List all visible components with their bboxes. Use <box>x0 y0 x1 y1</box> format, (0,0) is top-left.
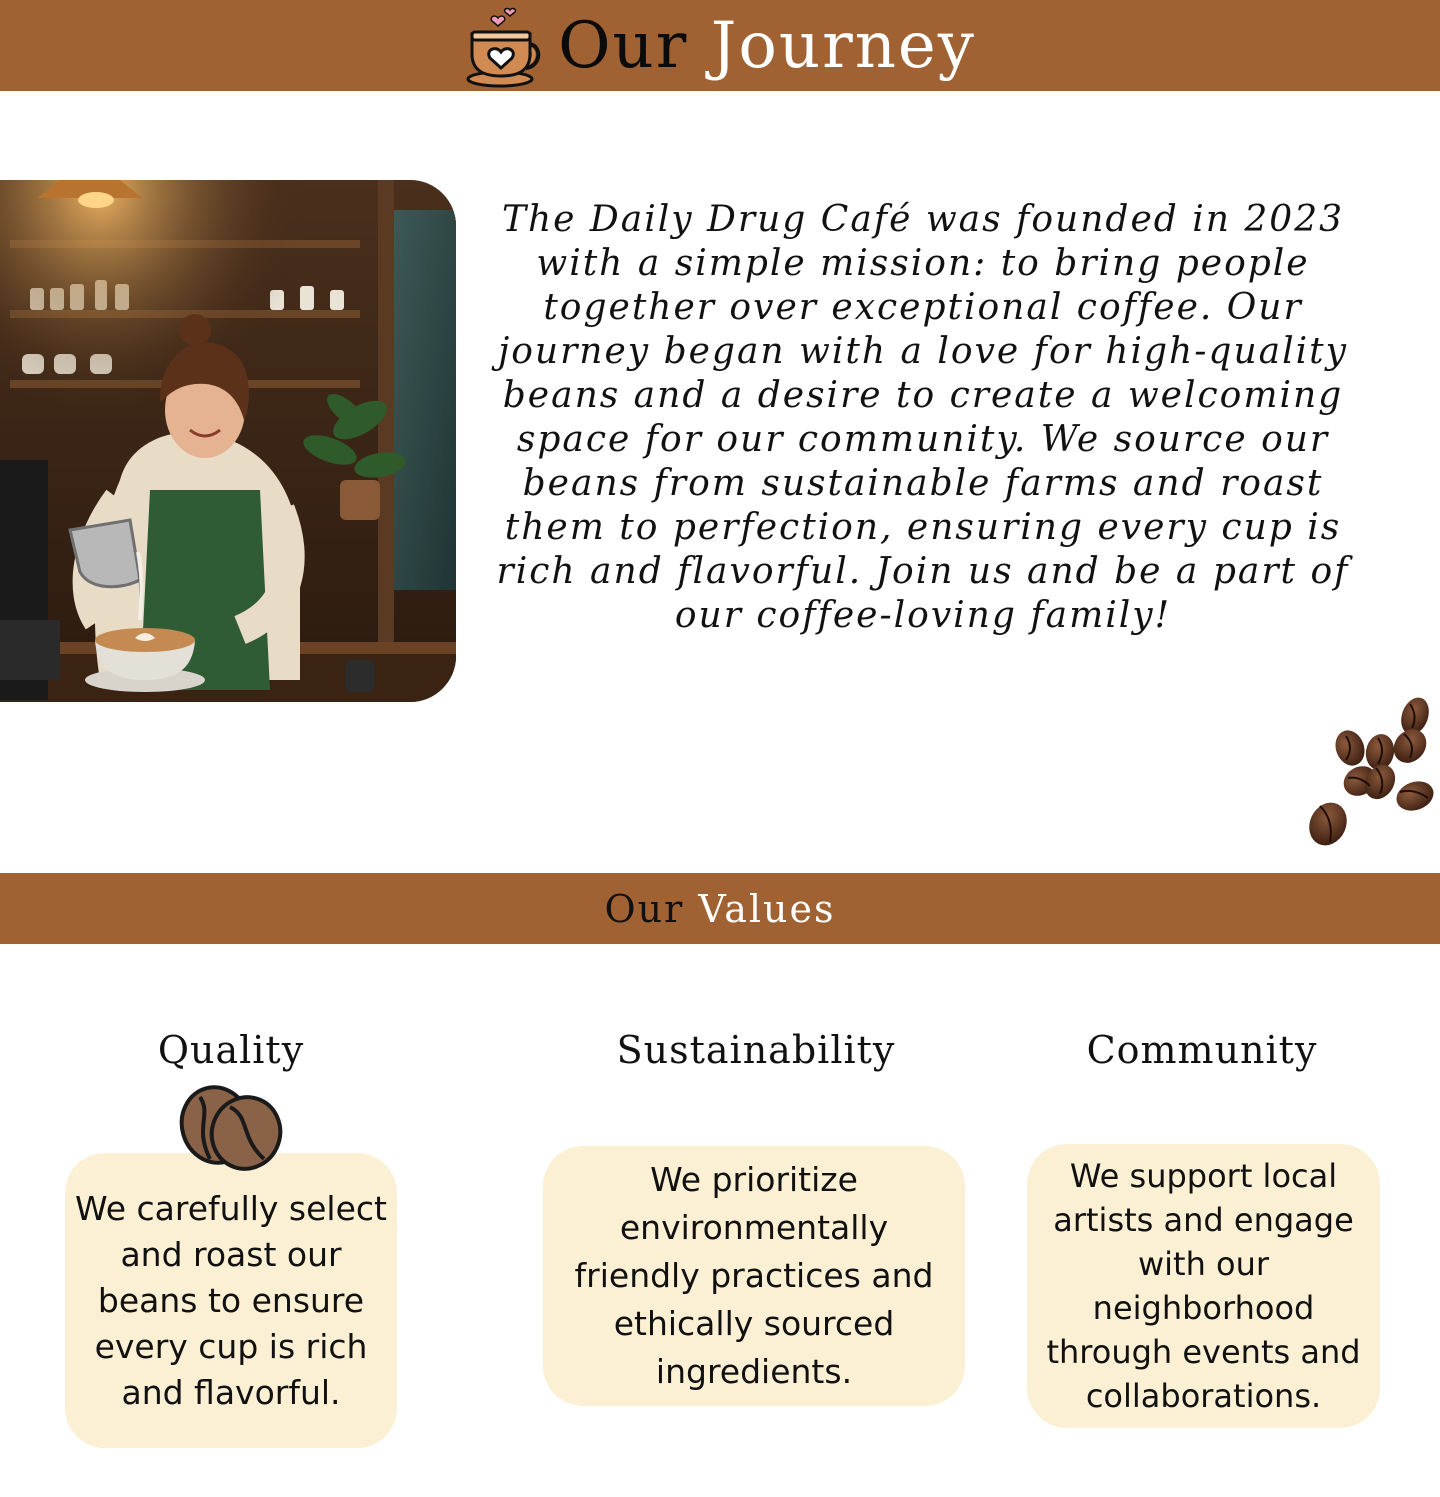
value-card-quality: We carefully select and roast our beans … <box>65 1153 397 1448</box>
page-title: Our Journey <box>558 14 976 78</box>
value-title-quality: Quality <box>157 1028 305 1072</box>
coffee-beans-icon <box>179 1085 283 1171</box>
coffee-beans-decoration <box>1309 697 1434 846</box>
journey-story: The Daily Drug Café was founded in 2023 … <box>496 199 1350 636</box>
journey-header: Our Journey <box>0 0 1440 91</box>
page-title-part2: Journey <box>710 8 976 83</box>
value-title-sustainability: Sustainability <box>616 1028 896 1072</box>
page-title-part1: Our <box>558 8 689 83</box>
values-section-title: Our Values <box>0 873 1440 944</box>
values-title-part1: Our <box>604 886 685 931</box>
value-text-community: We support local artists and engage with… <box>1046 1157 1361 1415</box>
coffee-cup-heart-icon <box>466 7 541 87</box>
barista-image <box>0 180 456 702</box>
value-text-quality: We carefully select and roast our beans … <box>75 1188 387 1412</box>
value-card-community: We support local artists and engage with… <box>1027 1144 1380 1428</box>
value-text-sustainability: We prioritize environmentally friendly p… <box>574 1160 934 1391</box>
value-card-sustainability: We prioritize environmentally friendly p… <box>543 1146 965 1406</box>
values-title-part2: Values <box>698 886 836 931</box>
value-title-community: Community <box>1086 1028 1318 1072</box>
